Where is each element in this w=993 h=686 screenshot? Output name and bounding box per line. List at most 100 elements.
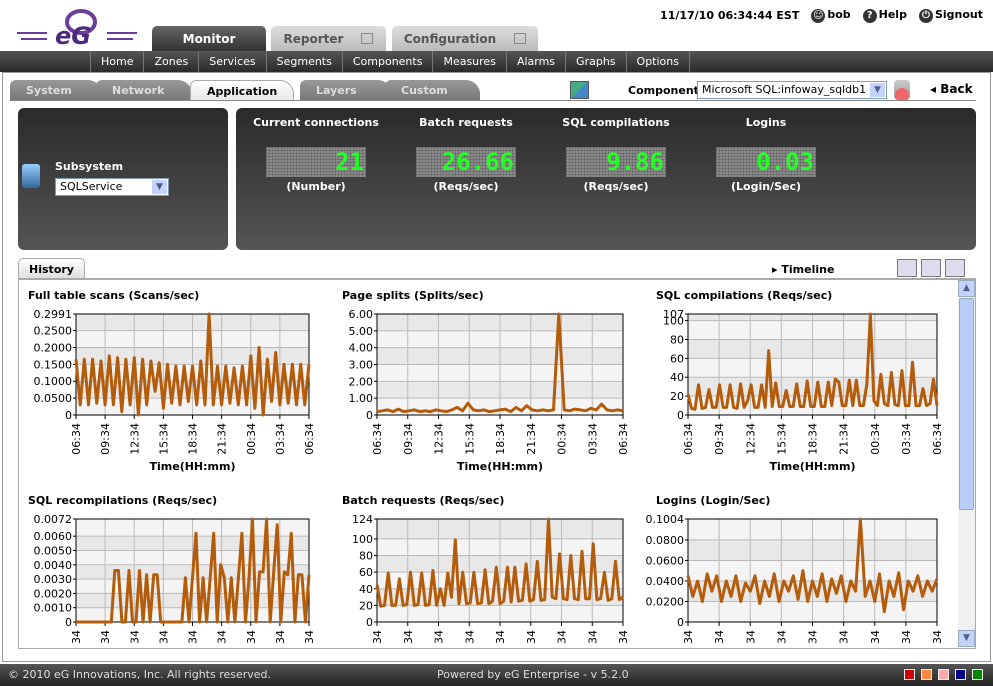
top-links: 11/17/10 06:34:44 EST ☺ bob ? Help ⏻ Signou…: [660, 8, 983, 23]
x-tick-label: 18:34: [187, 423, 200, 455]
y-tick-label: 4.00: [349, 342, 374, 355]
theme-green[interactable]: [972, 669, 983, 680]
theme-red[interactable]: [904, 669, 915, 680]
top-header: eG Monitor Reporter Configuration 11/17/…: [0, 0, 993, 51]
tab-history[interactable]: History: [18, 258, 85, 279]
y-tick-label: 0: [366, 616, 373, 629]
x-tick-label: 34: [216, 630, 229, 644]
metric-display: 0.03: [716, 147, 816, 177]
y-tick-label: 20: [670, 390, 684, 403]
x-tick-label: 21:34: [216, 423, 229, 455]
x-tick-label: 06:34: [70, 423, 83, 455]
tab-divider: [10, 100, 976, 101]
metric-display: 26.66: [416, 147, 516, 177]
triangle-right-icon: ▸: [772, 263, 778, 276]
x-tick-label: 34: [128, 630, 141, 644]
x-tick-label: 34: [775, 630, 788, 644]
x-tick-label: 06:34: [371, 423, 384, 455]
x-tick-label: 34: [433, 630, 446, 644]
y-tick-label: 80: [359, 550, 373, 563]
scrollbar[interactable]: ▲ ▼: [958, 280, 975, 647]
x-tick-label: 12:34: [433, 423, 446, 455]
signout-link[interactable]: ⏻ Signout: [918, 8, 983, 23]
y-tick-label: 0.0060: [34, 530, 73, 543]
x-tick-label: 34: [744, 630, 757, 644]
y-tick-label: 0.0800: [646, 534, 685, 547]
nav-home[interactable]: Home: [90, 51, 143, 72]
x-tick-label: 15:34: [157, 423, 170, 455]
x-axis-label: Time(HH:mm): [770, 460, 856, 473]
datetime: 11/17/10 06:34:44 EST: [660, 9, 800, 22]
subsystem-select[interactable]: SQLService ▼: [55, 178, 169, 196]
scroll-up-icon[interactable]: ▲: [958, 280, 975, 297]
x-tick-label: 34: [869, 630, 882, 644]
y-tick-label: 0.1500: [34, 358, 73, 371]
scroll-thumb[interactable]: [959, 298, 974, 510]
chart-1: Full table scans (Scans/sec) 0 0.0500 0.100…: [28, 289, 316, 473]
tab-reporter[interactable]: Reporter: [271, 26, 386, 51]
server-icon[interactable]: [894, 80, 910, 100]
x-tick-label: 34: [371, 630, 384, 644]
x-tick-label: 18:34: [494, 423, 507, 455]
chevron-down-icon: ▼: [870, 83, 885, 97]
help-icon: ?: [862, 9, 877, 23]
nav-alarms[interactable]: Alarms: [505, 51, 565, 72]
theme-navy[interactable]: [955, 669, 966, 680]
metric-logins: Logins 0.03 (Login/Sec): [691, 116, 841, 193]
timeline-link[interactable]: ▸ Timeline: [772, 263, 834, 276]
external-link-icon: [514, 33, 527, 44]
nav-components[interactable]: Components: [341, 51, 433, 72]
x-tick-label: 03:34: [586, 423, 599, 455]
subtab-application[interactable]: Application: [190, 80, 294, 101]
y-tick-label: 0.0030: [34, 573, 73, 586]
powered-by: Powered by eG Enterprise - v 5.2.0: [437, 668, 629, 681]
nav-services[interactable]: Services: [198, 51, 265, 72]
chart-6: Logins (Login/Sec) 0 0.0200 0.0400 0.0600 0.0…: [646, 494, 945, 644]
x-tick-label: 34: [556, 630, 569, 644]
nav-graphs[interactable]: Graphs: [565, 51, 625, 72]
user-icon: ☺: [811, 9, 826, 23]
theme-orange[interactable]: [921, 669, 932, 680]
y-tick-label: 2.00: [349, 375, 374, 388]
user-link[interactable]: ☺ bob: [811, 8, 851, 23]
tab-monitor[interactable]: Monitor: [152, 26, 266, 51]
nav-segments[interactable]: Segments: [265, 51, 342, 72]
y-tick-label: 0.0400: [646, 575, 685, 588]
theme-pink[interactable]: [938, 669, 949, 680]
scroll-down-icon[interactable]: ▼: [958, 630, 975, 647]
x-tick-label: 34: [807, 630, 820, 644]
back-button[interactable]: ◂ Back: [930, 82, 973, 96]
help-link[interactable]: ? Help: [862, 8, 907, 23]
x-tick-label: 34: [99, 630, 112, 644]
y-tick-label: 0.0020: [34, 587, 73, 600]
x-tick-label: 34: [157, 630, 170, 644]
nav-measures[interactable]: Measures: [432, 51, 505, 72]
x-tick-label: 34: [900, 630, 913, 644]
subtab-layers[interactable]: Layers: [300, 80, 392, 101]
x-tick-label: 34: [274, 630, 287, 644]
x-tick-label: 03:34: [274, 423, 287, 455]
layout-icon[interactable]: [570, 81, 589, 99]
subtab-network[interactable]: Network: [96, 80, 192, 101]
charts-area: Full table scans (Scans/sec) 0 0.0500 0.100…: [18, 279, 976, 649]
y-tick-label: 40: [359, 583, 373, 596]
y-tick-label: 100: [352, 533, 373, 546]
metric-display: 21: [266, 147, 366, 177]
y-tick-label: 60: [359, 566, 373, 579]
subtab-system[interactable]: System: [10, 80, 102, 101]
subtab-custom[interactable]: Custom: [385, 80, 480, 101]
check-graph-icon[interactable]: [897, 259, 917, 277]
y-tick-label: 40: [670, 371, 684, 384]
area-chart-icon[interactable]: [945, 259, 965, 277]
component-select[interactable]: Microsoft SQL:infoway_sqldb1 ▼: [697, 81, 887, 99]
bar-chart-icon[interactable]: [921, 259, 941, 277]
metrics-panel: Current connections 21 (Number) Batch re…: [236, 108, 976, 250]
y-tick-label: 0.0050: [34, 544, 73, 557]
nav-options[interactable]: Options: [625, 51, 690, 72]
nav-zones[interactable]: Zones: [143, 51, 198, 72]
x-tick-label: 34: [70, 630, 83, 644]
tab-configuration[interactable]: Configuration: [392, 26, 538, 51]
component-label: Component: [628, 84, 699, 97]
y-tick-label: 0.0200: [646, 595, 685, 608]
chart-4: SQL recompilations (Reqs/sec) 00.0010 0.00…: [28, 494, 316, 644]
